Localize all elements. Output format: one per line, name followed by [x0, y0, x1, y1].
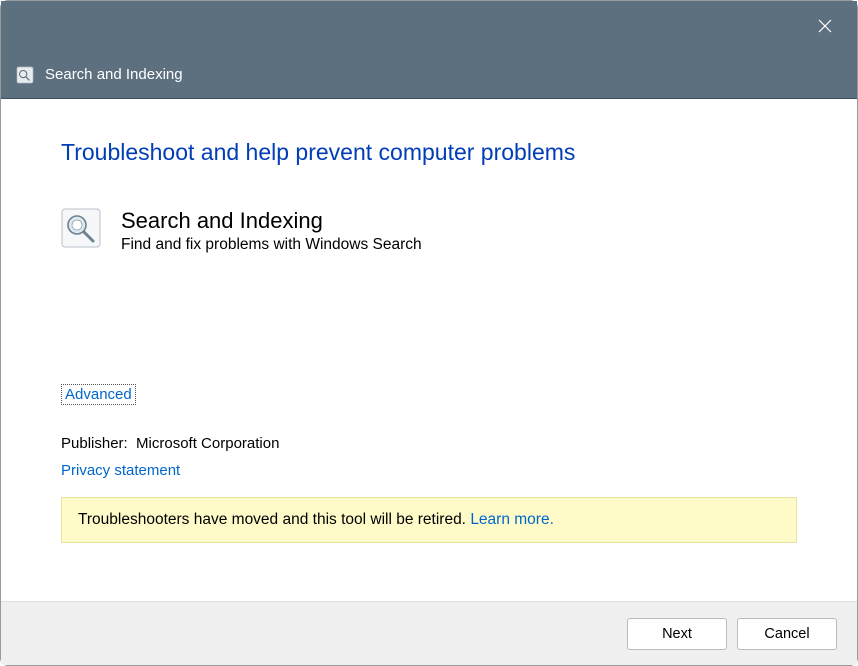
- learn-more-link[interactable]: Learn more.: [470, 511, 554, 528]
- content-area: Troubleshoot and help prevent computer p…: [1, 99, 857, 601]
- page-title: Troubleshoot and help prevent computer p…: [61, 139, 797, 166]
- troubleshooter-title: Search and Indexing: [121, 208, 422, 234]
- close-button[interactable]: [803, 4, 847, 48]
- notice-text: Troubleshooters have moved and this tool…: [78, 511, 470, 528]
- cancel-button[interactable]: Cancel: [737, 618, 837, 650]
- troubleshooter-small-icon: [15, 65, 35, 85]
- troubleshooter-large-icon: [61, 208, 101, 248]
- next-button-label: Next: [662, 626, 692, 642]
- privacy-statement-link[interactable]: Privacy statement: [61, 462, 180, 479]
- advanced-link[interactable]: Advanced: [61, 384, 136, 405]
- publisher-value: Microsoft Corporation: [136, 435, 279, 452]
- footer-bar: Next Cancel: [1, 601, 857, 665]
- header-row: Search and Indexing: [1, 51, 857, 99]
- troubleshooter-description: Find and fix problems with Windows Searc…: [121, 236, 422, 254]
- troubleshooter-info: Search and Indexing Find and fix problem…: [61, 208, 797, 254]
- next-button[interactable]: Next: [627, 618, 727, 650]
- header-title: Search and Indexing: [45, 66, 183, 83]
- titlebar: [1, 1, 857, 51]
- retirement-notice: Troubleshooters have moved and this tool…: [61, 497, 797, 543]
- troubleshooter-text: Search and Indexing Find and fix problem…: [121, 208, 422, 254]
- publisher-row: Publisher: Microsoft Corporation: [61, 435, 797, 452]
- close-icon: [818, 19, 832, 33]
- publisher-label: Publisher:: [61, 435, 128, 452]
